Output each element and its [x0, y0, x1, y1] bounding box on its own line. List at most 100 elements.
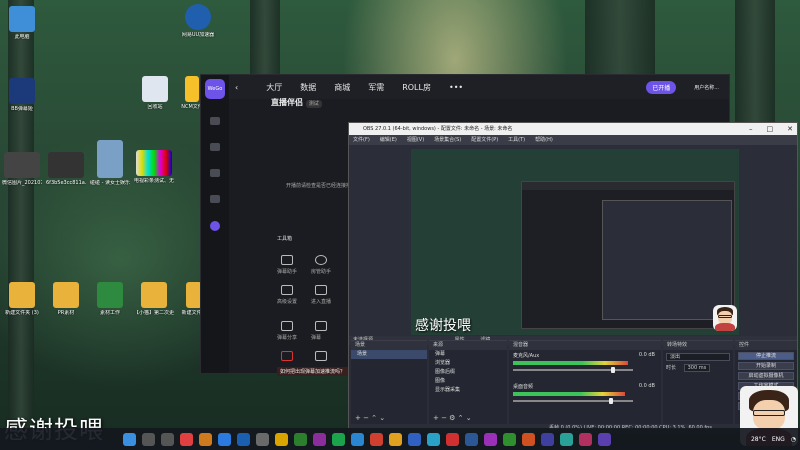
menu-file[interactable]: 文件(F): [353, 135, 370, 145]
brand-title: 直播伴侣 测试: [271, 97, 322, 108]
close-icon[interactable]: ✕: [787, 123, 793, 135]
desktop-icon-colorbars[interactable]: 电视彩条测试、无水印版...1吃...: [134, 150, 174, 184]
app-icon[interactable]: [180, 432, 193, 446]
maximize-icon[interactable]: □: [767, 123, 774, 135]
source-item[interactable]: 弹幕: [429, 350, 507, 359]
app-icon[interactable]: [408, 432, 421, 446]
desktop-icon-folder[interactable]: 【小猫】第二次更新直播素材pack: [134, 282, 174, 316]
app-icon[interactable]: [294, 432, 307, 446]
home-icon[interactable]: [210, 117, 220, 125]
enter-live-icon[interactable]: [315, 285, 327, 295]
broadcast-icon[interactable]: [210, 195, 220, 203]
desktop-icon-folder[interactable]: PR素材: [46, 282, 86, 316]
weather[interactable]: 28°C: [751, 436, 766, 443]
back-icon[interactable]: ‹: [235, 83, 238, 92]
desktop-icon-image[interactable]: 微信图片_20210708160...: [2, 152, 42, 186]
app-logo[interactable]: WeGo: [205, 79, 225, 99]
minimize-icon[interactable]: –: [749, 123, 753, 135]
source-item[interactable]: 图像: [429, 377, 507, 386]
nav-more[interactable]: •••: [449, 83, 463, 92]
obs-preview[interactable]: 感谢投喂: [411, 149, 739, 335]
app-icon[interactable]: [446, 432, 459, 446]
app-icon[interactable]: [237, 432, 250, 446]
nav-supply[interactable]: 军需: [368, 82, 384, 93]
desktop-icon-this-pc[interactable]: 此电脑: [2, 6, 42, 40]
taskview-icon[interactable]: [161, 432, 174, 446]
desktop-icon-image[interactable]: 6f3b5e3cc811a...: [46, 152, 86, 186]
menu-tools[interactable]: 工具(T): [508, 135, 525, 145]
advanced-settings-icon[interactable]: [281, 285, 293, 295]
nav-lobby[interactable]: 大厅: [266, 82, 282, 93]
start-recording-button[interactable]: 开始录制: [738, 362, 794, 370]
source-item[interactable]: 显示器采集: [429, 386, 507, 395]
source-item[interactable]: 浏览器: [429, 359, 507, 368]
desktop-icon-folder[interactable]: 素材工作: [90, 282, 130, 316]
volume-slider[interactable]: [513, 400, 633, 402]
search-icon[interactable]: [142, 432, 155, 446]
file-icon: [185, 76, 199, 102]
desktop-icon-uu[interactable]: 网易UU加速器: [178, 4, 218, 38]
desktop-icon-recycle-bin[interactable]: 回收站: [135, 76, 175, 110]
app-icon[interactable]: [579, 432, 592, 446]
app-icon[interactable]: [256, 432, 269, 446]
scene-item[interactable]: 场景: [351, 350, 427, 359]
folder-icon: [141, 282, 167, 308]
app-icon[interactable]: [389, 432, 402, 446]
menu-view[interactable]: 视图(V): [407, 135, 424, 145]
app-icon[interactable]: [503, 432, 516, 446]
live-icon[interactable]: [210, 221, 220, 231]
danmaku-helper-icon[interactable]: [281, 255, 293, 265]
target-icon[interactable]: [210, 143, 220, 151]
room-manager-icon[interactable]: [315, 255, 327, 265]
app-icon[interactable]: [332, 432, 345, 446]
language-indicator[interactable]: ENG: [772, 436, 785, 443]
app-icon[interactable]: [484, 432, 497, 446]
app-icon[interactable]: [199, 432, 212, 446]
app-icon[interactable]: [598, 432, 611, 446]
stop-streaming-button[interactable]: 停止推流: [738, 352, 794, 360]
app-icon[interactable]: [275, 432, 288, 446]
toast-message[interactable]: 如何把出现弹幕加速推流吗？: [277, 367, 349, 376]
transition-select[interactable]: 淡出: [666, 353, 730, 361]
app-icon[interactable]: [370, 432, 383, 446]
network-icon[interactable]: ◔: [791, 436, 796, 443]
obs-window: OBS 27.0.1 (64-bit, windows) - 配置文件: 未命名…: [348, 122, 798, 434]
sources-title: 来源: [429, 341, 507, 350]
app-icon[interactable]: [351, 432, 364, 446]
nav-data[interactable]: 数据: [300, 82, 316, 93]
comment-icon[interactable]: [315, 321, 327, 331]
channel-db: 0.0 dB: [638, 352, 655, 358]
app-icon[interactable]: [465, 432, 478, 446]
app-icon[interactable]: [313, 432, 326, 446]
download-icon[interactable]: [315, 351, 327, 361]
scene-add-remove[interactable]: + − ⌃ ⌄: [355, 414, 385, 422]
virtual-camera-button[interactable]: 启动虚拟摄像机: [738, 372, 794, 380]
windows-icon[interactable]: [123, 432, 136, 446]
source-add-remove[interactable]: + − ⚙ ⌃ ⌄: [433, 414, 472, 422]
app-icon[interactable]: [560, 432, 573, 446]
app-icon[interactable]: [427, 432, 440, 446]
menu-help[interactable]: 帮助(H): [535, 135, 553, 145]
volume-knob[interactable]: [609, 398, 613, 404]
desktop-icon-bb[interactable]: BB弹幕姬: [2, 78, 42, 112]
app-icon[interactable]: [541, 432, 554, 446]
menu-edit[interactable]: 编辑(E): [380, 135, 397, 145]
app-icon[interactable]: [522, 432, 535, 446]
duration-input[interactable]: 300 ms: [683, 364, 711, 372]
volume-knob[interactable]: [611, 367, 616, 373]
desktop-icon-folder[interactable]: 新建文件夹 (3): [2, 282, 42, 316]
desktop-icon-video[interactable]: 碰碰 - 读女士娱乐出名: [90, 140, 130, 186]
app-icon[interactable]: [218, 432, 231, 446]
share-icon[interactable]: [281, 321, 293, 331]
nav-roll[interactable]: ROLL房: [402, 82, 431, 93]
live-status-button[interactable]: 已开播: [646, 80, 677, 94]
cart-icon[interactable]: [210, 169, 220, 177]
image-thumbnail-icon: [4, 152, 40, 178]
user-label[interactable]: 用户名称...: [694, 84, 719, 91]
obs-title-bar: OBS 27.0.1 (64-bit, windows) - 配置文件: 未命名…: [349, 123, 797, 135]
menu-scene-collection[interactable]: 场景集合(S): [434, 135, 461, 145]
menu-profile[interactable]: 配置文件(P): [471, 135, 498, 145]
stream-helper-icon[interactable]: [281, 351, 293, 361]
source-item[interactable]: 图像后缀: [429, 368, 507, 377]
nav-mall[interactable]: 商城: [334, 82, 350, 93]
